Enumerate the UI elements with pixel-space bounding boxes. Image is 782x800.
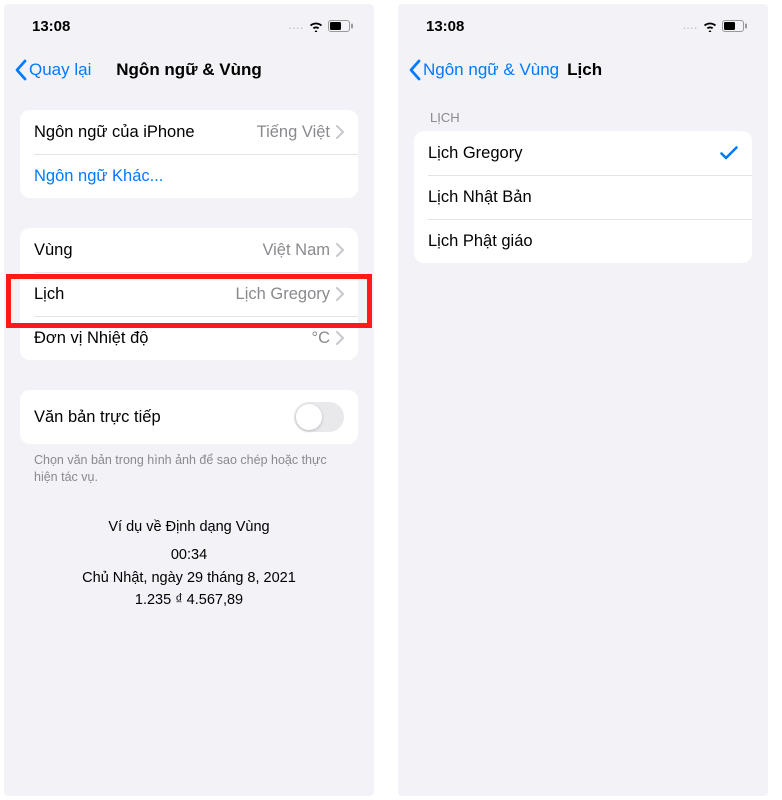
row-value: Tiếng Việt: [257, 123, 330, 142]
toggle-live-text[interactable]: [294, 402, 344, 432]
row-label: Ngôn ngữ của iPhone: [34, 123, 257, 142]
chevron-right-icon: [336, 125, 344, 139]
row-label: Lịch Nhật Bản: [428, 188, 738, 207]
section-header: LỊCH: [398, 110, 768, 131]
nav-bar: Ngôn ngữ & Vùng Lịch: [398, 48, 768, 92]
chevron-left-icon: [408, 59, 421, 81]
row-iphone-language[interactable]: Ngôn ngữ của iPhone Tiếng Việt: [20, 110, 358, 154]
section-region: Vùng Việt Nam Lịch Lịch Gregory Đơn vị N…: [20, 228, 358, 360]
nav-title: Lịch: [567, 60, 602, 80]
row-value: °C: [311, 329, 330, 348]
phone-right: 13:08 .... Ngôn ngữ & Vùng Lịch LỊCH Lịc…: [398, 4, 768, 796]
phone-left: 13:08 .... Quay lại Ngôn ngữ & Vùng Ngôn…: [4, 4, 374, 796]
example-numbers: 1.235 ₫ 4.567,89: [4, 589, 374, 611]
option-buddhist[interactable]: Lịch Phật giáo: [414, 219, 752, 263]
status-right: ....: [683, 20, 748, 32]
back-button[interactable]: Ngôn ngữ & Vùng: [408, 59, 559, 81]
row-label: Vùng: [34, 241, 262, 260]
example-title: Ví dụ về Định dạng Vùng: [4, 516, 374, 538]
row-temperature[interactable]: Đơn vị Nhiệt độ °C: [20, 316, 358, 360]
option-gregorian[interactable]: Lịch Gregory: [414, 131, 752, 175]
status-time: 13:08: [32, 18, 70, 35]
battery-icon: [722, 20, 748, 32]
row-other-language[interactable]: Ngôn ngữ Khác...: [20, 154, 358, 198]
cellular-dots: ....: [683, 21, 698, 32]
status-right: ....: [289, 20, 354, 32]
row-live-text[interactable]: Văn bản trực tiếp: [20, 390, 358, 444]
region-format-example: Ví dụ về Định dạng Vùng 00:34 Chủ Nhật, …: [4, 516, 374, 612]
back-label: Quay lại: [29, 60, 91, 80]
content: Ngôn ngữ của iPhone Tiếng Việt Ngôn ngữ …: [4, 92, 374, 612]
nav-bar: Quay lại Ngôn ngữ & Vùng: [4, 48, 374, 92]
option-japanese[interactable]: Lịch Nhật Bản: [414, 175, 752, 219]
chevron-left-icon: [14, 59, 27, 81]
cellular-dots: ....: [289, 21, 304, 32]
back-label: Ngôn ngữ & Vùng: [423, 60, 559, 80]
row-label: Đơn vị Nhiệt độ: [34, 329, 311, 348]
battery-icon: [328, 20, 354, 32]
status-bar: 13:08 ....: [4, 4, 374, 48]
section-language: Ngôn ngữ của iPhone Tiếng Việt Ngôn ngữ …: [20, 110, 358, 198]
footer-note: Chọn văn bản trong hình ảnh để sao chép …: [4, 452, 374, 486]
status-time: 13:08: [426, 18, 464, 35]
checkmark-icon: [720, 146, 738, 160]
content: LỊCH Lịch Gregory Lịch Nhật Bản Lịch Phậ…: [398, 92, 768, 279]
row-label: Lịch Gregory: [428, 144, 720, 163]
row-label: Ngôn ngữ Khác...: [34, 167, 344, 186]
row-region[interactable]: Vùng Việt Nam: [20, 228, 358, 272]
example-time: 00:34: [4, 544, 374, 566]
row-value: Việt Nam: [262, 241, 330, 260]
row-calendar[interactable]: Lịch Lịch Gregory: [20, 272, 358, 316]
chevron-right-icon: [336, 331, 344, 345]
example-date: Chủ Nhật, ngày 29 tháng 8, 2021: [4, 567, 374, 589]
wifi-icon: [702, 20, 718, 32]
row-label: Lịch Phật giáo: [428, 232, 738, 251]
section-calendar-options: Lịch Gregory Lịch Nhật Bản Lịch Phật giá…: [414, 131, 752, 263]
row-value: Lịch Gregory: [236, 285, 330, 304]
section-live-text: Văn bản trực tiếp: [20, 390, 358, 444]
status-bar: 13:08 ....: [398, 4, 768, 48]
row-label: Văn bản trực tiếp: [34, 408, 294, 427]
wifi-icon: [308, 20, 324, 32]
toggle-knob: [296, 404, 322, 430]
nav-title: Ngôn ngữ & Vùng: [116, 60, 261, 80]
chevron-right-icon: [336, 243, 344, 257]
back-button[interactable]: Quay lại: [14, 59, 91, 81]
row-label: Lịch: [34, 285, 236, 304]
chevron-right-icon: [336, 287, 344, 301]
